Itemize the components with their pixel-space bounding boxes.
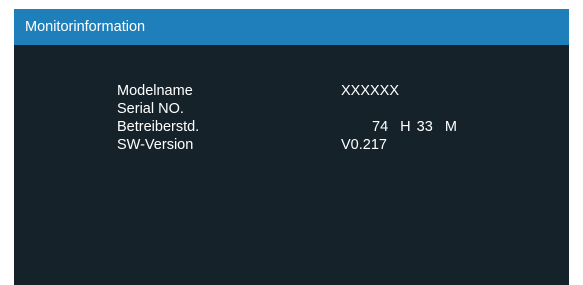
model-name-value: XXXXXX <box>341 83 400 99</box>
operating-hours-label: Betreiberstd. <box>117 119 200 135</box>
operating-hours-row: Betreiberstd. 74 H 33 M <box>14 118 569 136</box>
model-name-label: Modelname <box>117 83 193 99</box>
title-bar: Monitorinformation <box>14 9 569 45</box>
serial-number-label: Serial NO. <box>117 101 184 117</box>
model-name-row: Modelname XXXXXX <box>14 82 569 100</box>
dialog-title: Monitorinformation <box>25 19 146 35</box>
operating-hours-value: 74 H 33 M <box>372 119 457 135</box>
sw-version-row: SW-Version V0.217 <box>14 136 569 154</box>
sw-version-value: V0.217 <box>341 137 387 153</box>
sw-version-label: SW-Version <box>117 137 194 153</box>
serial-number-row: Serial NO. <box>14 100 569 118</box>
monitor-information-dialog: Monitorinformation Modelname XXXXXX Seri… <box>14 9 569 285</box>
